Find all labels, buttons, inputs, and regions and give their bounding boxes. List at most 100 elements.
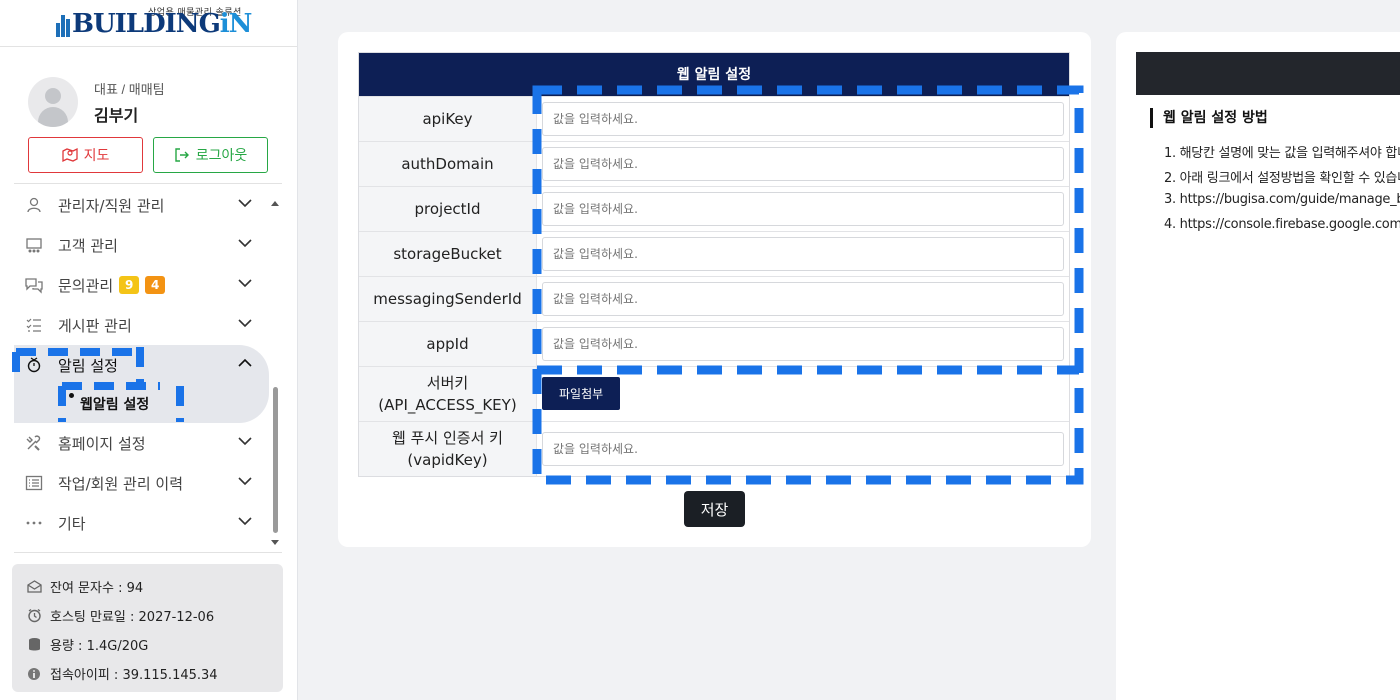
- scroll-down-icon: [271, 540, 279, 545]
- sidebar-subitem-web-alarm[interactable]: 웹알림 설정: [14, 385, 269, 423]
- logo-main: BUILDING: [72, 9, 221, 39]
- sidebar-group-alarm: 알림 설정 웹알림 설정: [14, 345, 269, 423]
- account-info-box: 잔여 문자수 : 94 호스팅 만료일 : 2027-12-06 용량 : 1.…: [12, 564, 283, 692]
- sidebar-item-label: 관리자/직원 관리: [58, 196, 165, 215]
- field-label: apiKey: [359, 97, 537, 141]
- access-ip: 접속아이피 : 39.115.145.34: [26, 659, 269, 688]
- sidebar-item-history[interactable]: 작업/회원 관리 이력: [14, 463, 269, 503]
- scroll-thumb[interactable]: [273, 387, 278, 533]
- scroll-up-icon: [271, 201, 279, 206]
- database-icon: [26, 637, 42, 652]
- save-button[interactable]: 저장: [684, 491, 745, 527]
- sidebar-item-label: 게시판 관리: [58, 316, 132, 335]
- form-title: 웹 알림 설정: [359, 53, 1069, 96]
- apikey-input[interactable]: [542, 102, 1064, 136]
- field-label: appId: [359, 322, 537, 366]
- hosting-expiry: 호스팅 만료일 : 2027-12-06: [26, 601, 269, 630]
- customers-icon: [24, 235, 44, 255]
- logout-button[interactable]: 로그아웃: [153, 137, 268, 173]
- help-steps: 1. 해당칸 설명에 맞는 값을 입력해주셔야 합니 2. 아래 링크에서 설정…: [1164, 142, 1400, 242]
- help-step-link[interactable]: 4. https://console.firebase.google.com/: [1164, 217, 1400, 242]
- sidebar-item-etc[interactable]: 기타: [14, 503, 269, 543]
- field-label-line1: 서버키: [426, 374, 469, 392]
- divider: [14, 183, 282, 184]
- field-label: 웹 푸시 인증서 키 (vapidKey): [359, 422, 537, 476]
- sidebar: 상업용 매물관리 솔루션 BUILDINGiN 대표 / 매매팀 김부기 지도 …: [0, 0, 298, 700]
- sidebar-item-admin[interactable]: 관리자/직원 관리: [14, 185, 269, 225]
- chat-icon: [24, 275, 44, 295]
- appid-input[interactable]: [542, 327, 1064, 361]
- messagingsenderid-input[interactable]: [542, 282, 1064, 316]
- field-label-line2: (vapidKey): [407, 451, 488, 469]
- logo-accent: iN: [219, 9, 253, 39]
- help-step: 1. 해당칸 설명에 맞는 값을 입력해주셔야 합니: [1164, 146, 1400, 161]
- checklist-icon: [24, 315, 44, 335]
- projectid-input[interactable]: [542, 192, 1064, 226]
- field-label: messagingSenderId: [359, 277, 537, 321]
- profile-role: 대표 / 매매팀: [94, 81, 165, 97]
- storage-usage-text: 용량 : 1.4G/20G: [50, 639, 149, 654]
- form-row-appid: appId: [359, 321, 1069, 366]
- chevron-down-icon: [238, 239, 252, 248]
- clock-icon: [26, 608, 42, 623]
- form-row-authdomain: authDomain: [359, 141, 1069, 186]
- envelope-icon: [26, 580, 42, 593]
- vapidkey-input[interactable]: [542, 432, 1064, 466]
- sidebar-item-customers[interactable]: 고객 관리: [14, 225, 269, 265]
- logo-area: 상업용 매물관리 솔루션 BUILDINGiN: [0, 0, 297, 47]
- hosting-expiry-text: 호스팅 만료일 : 2027-12-06: [50, 610, 215, 625]
- chevron-down-icon: [238, 477, 252, 486]
- help-panel: 웹 알림 설정 방법 1. 해당칸 설명에 맞는 값을 입력해주셔야 합니 2.…: [1116, 32, 1400, 700]
- chevron-down-icon: [238, 437, 252, 446]
- more-icon: [24, 513, 44, 533]
- settings-form: 웹 알림 설정 apiKey authDomain projectId stor…: [358, 52, 1070, 477]
- chevron-down-icon: [238, 517, 252, 526]
- list-icon: [24, 473, 44, 493]
- logo[interactable]: BUILDINGiN: [56, 9, 253, 39]
- user-manage-icon: [24, 195, 44, 215]
- field-label: storageBucket: [359, 232, 537, 276]
- chevron-down-icon: [238, 279, 252, 288]
- help-step: 2. 아래 링크에서 설정방법을 확인할 수 있습니: [1164, 171, 1400, 186]
- storage-usage: 용량 : 1.4G/20G: [26, 630, 269, 659]
- help-header-bar: [1136, 52, 1400, 95]
- sidebar-item-label: 고객 관리: [58, 236, 118, 255]
- inquiry-badge-pending: 4: [145, 276, 166, 294]
- sidebar-menu: 관리자/직원 관리 고객 관리 문의관리 9 4 게시판 관리 알림 설정 웹알…: [14, 185, 269, 545]
- field-label-line1: 웹 푸시 인증서 키: [392, 429, 503, 447]
- field-label-line2: (API_ACCESS_KEY): [378, 396, 517, 414]
- sms-remaining-text: 잔여 문자수 : 94: [50, 581, 144, 596]
- field-label: projectId: [359, 187, 537, 231]
- chevron-up-icon: [238, 358, 252, 367]
- map-icon: [61, 147, 78, 163]
- profile-name: 김부기: [94, 107, 139, 125]
- profile: 대표 / 매매팀 김부기: [28, 77, 165, 127]
- storagebucket-input[interactable]: [542, 237, 1064, 271]
- sidebar-item-label: 작업/회원 관리 이력: [58, 474, 183, 493]
- authdomain-input[interactable]: [542, 147, 1064, 181]
- alarm-icon: [24, 355, 44, 375]
- chevron-down-icon: [238, 199, 252, 208]
- sidebar-scrollbar[interactable]: [270, 197, 280, 549]
- chevron-down-icon: [238, 319, 252, 328]
- logout-icon: [175, 148, 189, 162]
- building-logo-icon: [56, 11, 72, 37]
- web-alarm-settings-card: 웹 알림 설정 apiKey authDomain projectId stor…: [338, 32, 1091, 547]
- sidebar-item-board[interactable]: 게시판 관리: [14, 305, 269, 345]
- avatar: [28, 77, 78, 127]
- map-button[interactable]: 지도: [28, 137, 143, 173]
- sidebar-item-inquiry[interactable]: 문의관리 9 4: [14, 265, 269, 305]
- field-label: authDomain: [359, 142, 537, 186]
- form-row-server-key: 서버키 (API_ACCESS_KEY) 파일첨부: [359, 366, 1069, 421]
- sidebar-item-homepage[interactable]: 홈페이지 설정: [14, 423, 269, 463]
- info-icon: [26, 667, 42, 681]
- map-button-label: 지도: [83, 148, 110, 164]
- form-row-projectid: projectId: [359, 186, 1069, 231]
- help-title: 웹 알림 설정 방법: [1150, 108, 1268, 128]
- form-row-storagebucket: storageBucket: [359, 231, 1069, 276]
- form-row-apikey: apiKey: [359, 96, 1069, 141]
- file-attach-button[interactable]: 파일첨부: [542, 377, 621, 410]
- sms-remaining: 잔여 문자수 : 94: [26, 572, 269, 601]
- help-step-link[interactable]: 3. https://bugisa.com/guide/manage_build: [1164, 192, 1400, 217]
- sidebar-item-alarm[interactable]: 알림 설정: [14, 345, 269, 385]
